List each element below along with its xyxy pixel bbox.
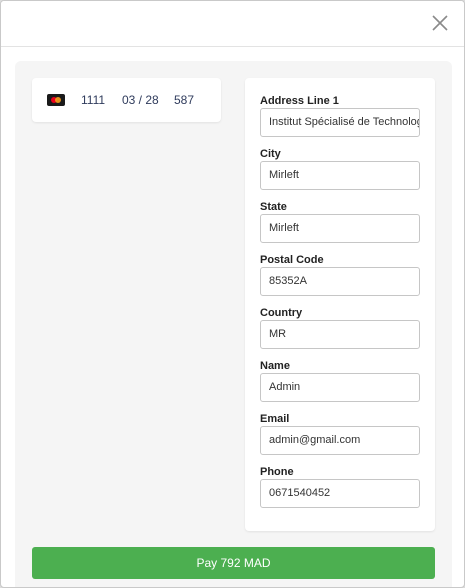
payment-modal: 1111 03 / 28 587 Address Line 1 Institut… — [0, 0, 465, 588]
state-input[interactable]: Mirleft — [260, 214, 420, 243]
email-field: Email admin@gmail.com — [260, 412, 420, 455]
state-label: State — [260, 201, 287, 213]
modal-header — [1, 1, 464, 47]
city-label: City — [260, 148, 281, 160]
close-icon[interactable] — [430, 13, 450, 33]
postal-code-input[interactable]: 85352A — [260, 267, 420, 296]
address-line1-input[interactable]: Institut Spécialisé de Technologie — [260, 108, 420, 137]
email-input[interactable]: admin@gmail.com — [260, 426, 420, 455]
city-input[interactable]: Mirleft — [260, 161, 420, 190]
card-cvc[interactable]: 587 — [174, 93, 194, 107]
postal-code-field: Postal Code 85352A — [260, 253, 420, 296]
country-input[interactable]: MR — [260, 320, 420, 349]
email-label: Email — [260, 413, 290, 425]
country-field: Country MR — [260, 306, 420, 349]
modal-body: 1111 03 / 28 587 Address Line 1 Institut… — [15, 61, 452, 587]
postal-code-label: Postal Code — [260, 254, 324, 266]
phone-field: Phone 0671540452 — [260, 465, 420, 508]
state-field: State Mirleft — [260, 200, 420, 243]
phone-input[interactable]: 0671540452 — [260, 479, 420, 508]
city-field: City Mirleft — [260, 147, 420, 190]
address-line1-label: Address Line 1 — [260, 95, 339, 107]
address-line1-field: Address Line 1 Institut Spécialisé de Te… — [260, 94, 420, 137]
name-label: Name — [260, 360, 290, 372]
billing-address-form: Address Line 1 Institut Spécialisé de Te… — [245, 78, 435, 531]
name-input[interactable]: Admin — [260, 373, 420, 402]
mastercard-icon — [47, 94, 65, 106]
card-details-field[interactable]: 1111 03 / 28 587 — [32, 78, 221, 122]
pay-button[interactable]: Pay 792 MAD — [32, 547, 435, 579]
name-field: Name Admin — [260, 359, 420, 402]
country-label: Country — [260, 307, 303, 319]
card-number[interactable]: 1111 — [81, 93, 105, 107]
phone-label: Phone — [260, 466, 294, 478]
card-expiry[interactable]: 03 / 28 — [122, 93, 159, 107]
